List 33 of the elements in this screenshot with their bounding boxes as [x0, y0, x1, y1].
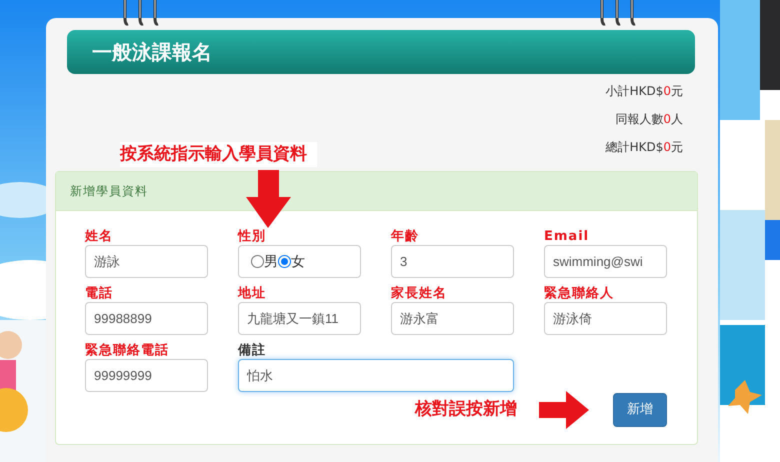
radio-label: 女 [291, 252, 305, 271]
summary-line: 小計HKD$0元 [606, 83, 683, 100]
panel-title: 新增學員資料 [70, 183, 148, 200]
field-label: 性別 [238, 228, 267, 245]
radio-label: 男 [264, 252, 278, 271]
field-label: 姓名 [85, 228, 114, 245]
input-field[interactable]: 游詠 [85, 245, 208, 278]
summary-line: 同報人數0人 [615, 111, 683, 128]
page-title: 一般泳課報名 [92, 39, 212, 66]
field-label: 家長姓名 [391, 285, 448, 302]
input-field[interactable]: 游泳倚 [544, 302, 667, 335]
input-field[interactable]: swimming@swi [544, 245, 667, 278]
input-field[interactable]: 3 [391, 245, 514, 278]
field-label: 緊急聯絡電話 [85, 342, 170, 359]
field-label: 年齡 [391, 228, 420, 245]
field-label: Email [544, 228, 590, 245]
summary-line: 總計HKD$0元 [606, 139, 683, 156]
arrow-down-icon [246, 170, 291, 228]
input-field[interactable]: 九龍塘又一鎮11 [238, 302, 361, 335]
arrow-right-icon [539, 391, 589, 429]
input-field[interactable]: 99988899 [85, 302, 208, 335]
field-label: 電話 [85, 285, 114, 302]
add-button[interactable]: 新增 [613, 393, 667, 427]
input-field[interactable]: 游永富 [391, 302, 514, 335]
input-field[interactable]: 99999999 [85, 359, 208, 392]
instruction-text: 按系統指示輸入學員資料 [120, 142, 317, 167]
input-field[interactable]: 怕水 [238, 359, 514, 392]
radio-button[interactable] [278, 255, 291, 268]
hint-text: 核對誤按新增 [415, 398, 517, 422]
field-label: 備註 [238, 342, 267, 359]
field-label: 緊急聯絡人 [544, 285, 615, 302]
radio-button[interactable] [251, 255, 264, 268]
field-label: 地址 [238, 285, 267, 302]
